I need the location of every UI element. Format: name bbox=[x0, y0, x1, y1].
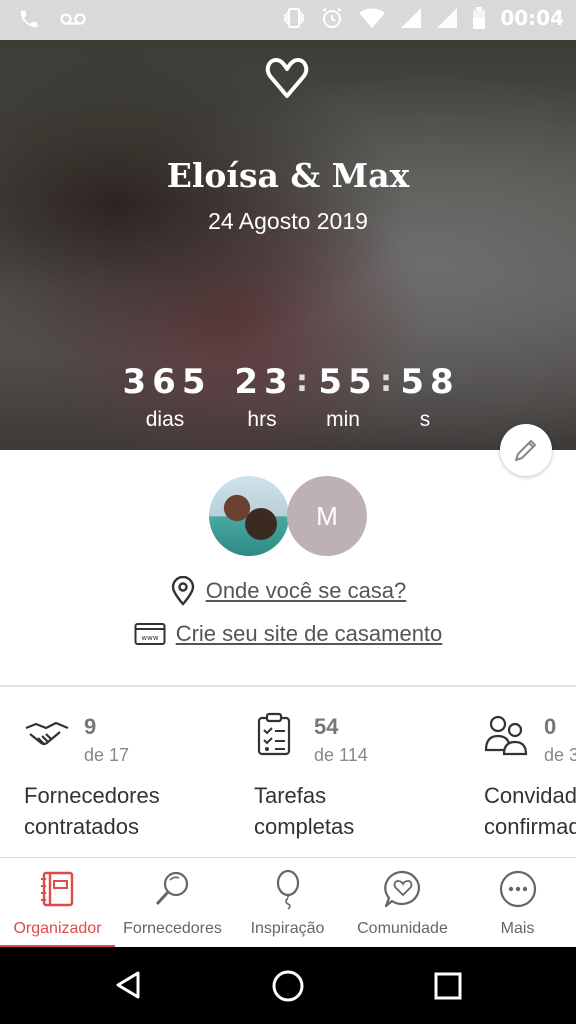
nav-comunidade[interactable]: Comunidade bbox=[345, 858, 460, 948]
tasks-label-line1: Tarefas bbox=[254, 783, 327, 808]
checklist-icon bbox=[257, 712, 291, 756]
vibrate-icon bbox=[284, 8, 305, 28]
svg-text:www: www bbox=[141, 634, 158, 642]
location-pin-icon bbox=[171, 576, 194, 606]
bottom-navigation: Organizador Fornecedores Inspiração Comu… bbox=[0, 857, 576, 948]
nav-comunidade-label: Comunidade bbox=[357, 920, 448, 937]
status-bar: 00:04 bbox=[0, 0, 576, 40]
signal-icon bbox=[437, 8, 458, 28]
nav-mais-label: Mais bbox=[500, 920, 535, 937]
recents-icon[interactable] bbox=[433, 971, 463, 1001]
website-icon: www bbox=[134, 623, 166, 645]
handshake-icon bbox=[25, 721, 69, 746]
tasks-total: de 114 bbox=[314, 745, 368, 765]
guests-label-line2: confirmados bbox=[484, 814, 576, 839]
edit-button[interactable] bbox=[500, 424, 552, 476]
balloon-icon bbox=[276, 869, 300, 910]
guests-total: de 3 bbox=[544, 745, 576, 765]
chat-heart-icon bbox=[384, 870, 420, 908]
guests-count: 0 bbox=[544, 714, 557, 739]
voicemail-icon bbox=[60, 13, 86, 25]
countdown-minutes: 55 bbox=[318, 362, 378, 402]
countdown-hours: 23 bbox=[234, 362, 294, 402]
tasks-label: Tarefas completas bbox=[254, 780, 354, 842]
clock: 00:04 bbox=[500, 6, 564, 30]
back-icon[interactable] bbox=[112, 969, 144, 1001]
home-icon[interactable] bbox=[271, 969, 305, 1003]
nav-inspiracao-label: Inspiração bbox=[250, 920, 325, 937]
countdown-days: 365 bbox=[122, 362, 212, 402]
countdown-hours-label: hrs bbox=[247, 408, 277, 431]
tasks-count: 54 bbox=[314, 714, 339, 739]
vendors-total: de 17 bbox=[84, 745, 130, 765]
nav-fornecedores[interactable]: Fornecedores bbox=[115, 858, 230, 948]
countdown-separator: : bbox=[296, 364, 308, 399]
location-link[interactable]: Onde você se casa? bbox=[0, 576, 576, 606]
pencil-icon bbox=[515, 440, 536, 461]
countdown-minutes-label: min bbox=[326, 408, 360, 431]
search-icon bbox=[155, 871, 189, 906]
countdown-separator: : bbox=[380, 364, 392, 399]
battery-icon bbox=[473, 7, 486, 29]
vendors-label: Fornecedores contratados bbox=[24, 780, 160, 842]
vendors-count: 9 bbox=[84, 714, 97, 739]
phone-icon bbox=[20, 10, 38, 28]
partner-avatar[interactable]: M bbox=[287, 476, 367, 556]
heart-logo-icon bbox=[265, 58, 309, 98]
countdown-seconds: 58 bbox=[400, 362, 460, 402]
organizer-icon bbox=[41, 871, 74, 907]
more-icon bbox=[499, 870, 537, 908]
vendors-label-line1: Fornecedores bbox=[24, 783, 160, 808]
website-link[interactable]: www Crie seu site de casamento bbox=[0, 621, 576, 647]
divider bbox=[0, 685, 576, 687]
guests-icon bbox=[484, 715, 528, 756]
alarm-icon bbox=[322, 8, 342, 28]
wifi-icon bbox=[359, 8, 386, 28]
tasks-label-line2: completas bbox=[254, 814, 355, 839]
countdown-seconds-label: s bbox=[419, 408, 431, 431]
couple-name: Eloísa & Max bbox=[166, 156, 410, 195]
nav-fornecedores-label: Fornecedores bbox=[123, 920, 222, 937]
countdown-days-label: dias bbox=[145, 408, 185, 431]
website-link-text[interactable]: Crie seu site de casamento bbox=[176, 621, 443, 647]
stat-guests[interactable]: 0 de 3 Convidados confirmados bbox=[484, 712, 576, 852]
wedding-date: 24 Agosto 2019 bbox=[208, 208, 368, 234]
couple-avatar[interactable] bbox=[209, 476, 289, 556]
guests-label-line1: Convidados bbox=[484, 783, 576, 808]
system-navigation-bar bbox=[0, 947, 576, 1024]
location-link-text[interactable]: Onde você se casa? bbox=[206, 578, 407, 604]
signal-icon bbox=[401, 8, 422, 28]
guests-label: Convidados confirmados bbox=[484, 780, 576, 842]
nav-inspiracao[interactable]: Inspiração bbox=[230, 858, 345, 948]
nav-organizador-label: Organizador bbox=[13, 920, 102, 937]
nav-organizador[interactable]: Organizador bbox=[0, 858, 115, 948]
cover-photo[interactable]: Eloísa & Max 24 Agosto 2019 365 dias 23 … bbox=[0, 40, 576, 450]
nav-mais[interactable]: Mais bbox=[460, 858, 575, 948]
vendors-label-line2: contratados bbox=[24, 814, 139, 839]
